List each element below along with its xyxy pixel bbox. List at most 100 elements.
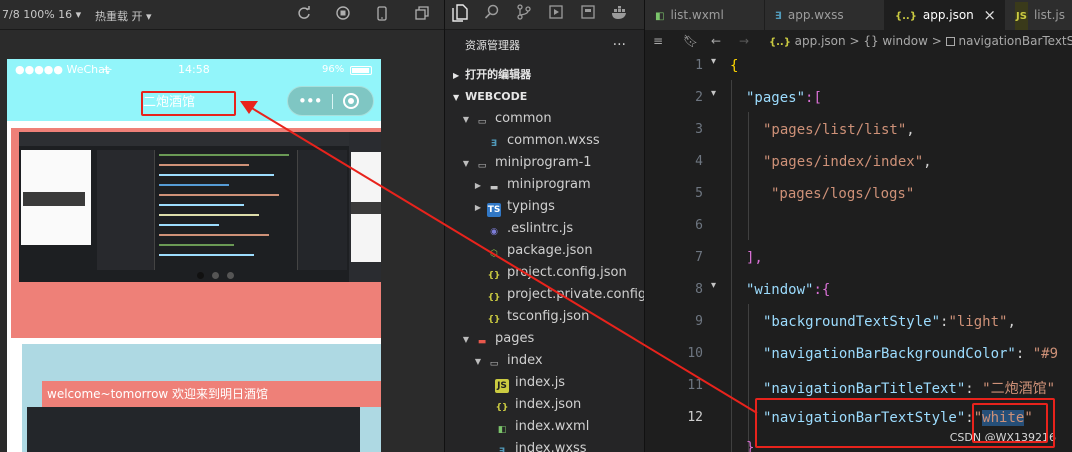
tree-file[interactable]: ∃ index.wxss [445,438,645,452]
line-number: 3 [695,122,703,137]
breadcrumb-window[interactable]: {} window [863,34,928,48]
swiper-container[interactable] [11,128,381,338]
open-editors-section[interactable]: ▶ 打开的编辑器 [445,64,645,86]
chevron-right-icon[interactable]: ▶ [473,197,483,218]
editor-tabs: ◧ list.wxml ∃ app.wxss {..} app.json × JS li… [645,0,1072,30]
docker-icon[interactable] [609,4,631,26]
close-tab-icon[interactable]: × [983,0,996,30]
tree-item-label: common.wxss [507,133,600,148]
tree-folder[interactable]: ▼ ▭ index [445,350,645,372]
source-control-icon[interactable] [513,4,535,26]
code-line-1[interactable]: { [730,58,738,74]
tree-file[interactable]: ∃ common.wxss [445,130,645,152]
fold-chevron-icon[interactable]: ▾ [711,88,716,99]
wxml-file-icon: ◧ [497,425,507,435]
tree-item-label: project.config.json [507,265,627,280]
json-file-icon: {} [487,271,501,281]
code-line-13[interactable]: } [746,440,754,452]
tree-folder[interactable]: ▼ ▬ pages [445,328,645,350]
code-line-2[interactable]: "pages":[ [746,90,822,106]
tree-file[interactable]: ◧ index.wxml [445,416,645,438]
section-label: WEBCODE [465,90,528,103]
tab-app-json[interactable]: {..} app.json × [885,0,1005,30]
code-line-4[interactable]: "pages/index/index", [763,154,932,170]
workspace-section[interactable]: ▼ WEBCODE [445,86,645,108]
extensions-icon[interactable] [577,4,599,26]
more-actions-icon[interactable]: ··· [613,30,626,60]
code-line-11[interactable]: "navigationBarTitleText": "二炮酒馆" [763,378,1055,398]
menu-capsule[interactable]: ••• [287,86,374,116]
tree-folder[interactable]: ▶ ▬ miniprogram [445,174,645,196]
files-icon[interactable] [449,4,471,26]
tree-folder[interactable]: ▶ TS typings [445,196,645,218]
swiper-dot-active[interactable] [197,272,204,279]
detach-window-icon[interactable] [413,6,431,24]
line-number: 6 [695,218,703,233]
tab-list-wxml[interactable]: ◧ list.wxml [645,0,765,30]
tree-file[interactable]: {} index.json [445,394,645,416]
tab-label: app.json [922,8,974,22]
swiper-dot[interactable] [227,272,234,279]
tree-file[interactable]: {} project.private.config.... [445,284,645,306]
json-file-icon: {} [495,403,509,413]
chevron-down-icon[interactable]: ▼ [461,329,471,350]
stop-icon[interactable] [334,6,352,24]
tree-file[interactable]: JS index.js [445,372,645,394]
line-number: 8 [695,282,703,297]
forward-arrow-icon[interactable]: → [739,30,749,52]
breadcrumb-property[interactable]: navigationBarTextSt [959,34,1072,48]
bookmark-icon[interactable]: 🔖︎ [683,30,698,52]
tree-item-label: index.wxss [515,441,587,452]
tree-folder[interactable]: ▼ ▭ common [445,108,645,130]
fold-chevron-icon[interactable]: ▾ [711,56,716,67]
code-line-10[interactable]: "navigationBarBackgroundColor": "#9 [763,346,1058,362]
tree-folder[interactable]: ▼ ▭ miniprogram-1 [445,152,645,174]
search-icon[interactable] [481,4,503,26]
json-file-icon: {..} [769,37,791,48]
node-file-icon: ⬡ [490,249,498,259]
code-line-9[interactable]: "backgroundTextStyle":"light", [763,314,1016,330]
swiper-dot[interactable] [212,272,219,279]
js-file-icon: JS [1015,2,1028,30]
welcome-banner: welcome~tomorrow 欢迎来到明日酒馆 [42,381,381,407]
line-number: 2 [695,90,703,105]
tree-file[interactable]: ⬡ package.json [445,240,645,262]
chevron-right-icon[interactable]: ▶ [473,175,483,196]
activity-bar [445,0,645,30]
close-miniprogram-icon[interactable] [343,93,359,109]
folder-open-icon: ▭ [477,161,487,171]
tree-file[interactable]: {} tsconfig.json [445,306,645,328]
swiper-image [19,132,349,282]
phone-icon[interactable] [373,6,391,24]
simulator-toolbar: 7/8 100% 16 ▾ 热重载 开 ▾ [0,0,444,30]
list-icon[interactable]: ≡ [653,30,663,52]
debug-icon[interactable] [545,4,567,26]
back-arrow-icon[interactable]: ← [711,30,721,52]
tree-file[interactable]: ◉ .eslintrc.js [445,218,645,240]
content-section: welcome~tomorrow 欢迎来到明日酒馆 [22,344,381,452]
chevron-down-icon[interactable]: ▼ [461,109,471,130]
tab-app-wxss[interactable]: ∃ app.wxss [765,0,885,30]
fold-chevron-icon[interactable]: ▾ [711,280,716,291]
phone-screen: ●●●●● WeChat ᯤ 14:58 96% 二炮酒馆 ••• welcom… [7,59,381,452]
content-image [27,407,360,452]
refresh-icon[interactable] [295,6,313,24]
chevron-down-icon[interactable]: ▼ [461,153,471,174]
more-dots-icon[interactable]: ••• [298,92,323,110]
line-number: 1 [695,58,703,73]
chevron-down-icon[interactable]: ▼ [473,351,483,372]
code-line-8[interactable]: "window":{ [746,282,830,298]
capsule-divider [332,94,333,109]
tree-item-label: miniprogram-1 [495,155,592,170]
tree-file[interactable]: {} project.config.json [445,262,645,284]
simulator-pane: 7/8 100% 16 ▾ 热重载 开 ▾ ●●●●● WeChat ᯤ 14:… [0,0,444,452]
wxml-file-icon: ◧ [655,11,665,22]
code-line-3[interactable]: "pages/list/list", [763,122,915,138]
breadcrumb-separator: > [931,34,942,48]
code-line-5[interactable]: "pages/logs/logs" [771,186,914,202]
tab-list-js[interactable]: JS list.js [1005,0,1072,30]
device-selector[interactable]: 7/8 100% 16 ▾ [2,8,81,21]
breadcrumb-file[interactable]: app.json [795,34,846,48]
code-line-7[interactable]: ], [746,250,763,266]
hot-reload-toggle[interactable]: 热重载 开 ▾ [95,8,152,24]
